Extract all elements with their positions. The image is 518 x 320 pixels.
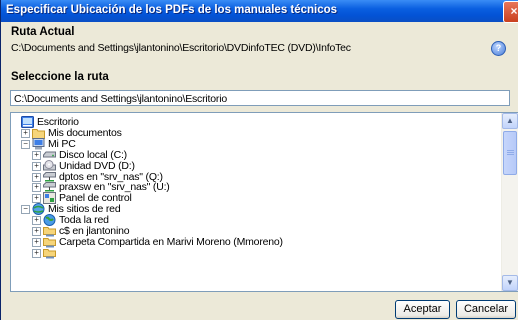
thumb-grip	[507, 150, 514, 151]
help-icon[interactable]: ?	[491, 41, 506, 56]
expand-button[interactable]: +	[32, 194, 41, 204]
expand-button[interactable]: +	[32, 216, 41, 226]
select-path-label: Seleccione la ruta	[11, 71, 109, 83]
thumb-grip	[507, 154, 514, 155]
expand-button[interactable]: +	[32, 172, 41, 182]
dialog-window: Especificar Ubicación de los PDFs de los…	[0, 0, 518, 320]
accept-button[interactable]: Aceptar	[395, 300, 450, 319]
selected-path-field[interactable]: C:\Documents and Settings\jlantonino\Esc…	[10, 90, 510, 106]
expand-button[interactable]: +	[32, 161, 41, 171]
scroll-thumb[interactable]	[503, 131, 517, 175]
scroll-down-button[interactable]: ▼	[502, 275, 518, 291]
expand-button[interactable]: +	[21, 128, 30, 138]
close-button[interactable]: ×	[503, 1, 518, 23]
scroll-up-button[interactable]: ▲	[502, 113, 518, 129]
current-path-value: C:\Documents and Settings\jlantonino\Esc…	[11, 42, 351, 54]
folder-tree[interactable]: Escritorio + Mis documentos − Mi PC + Disco lo…	[10, 112, 518, 292]
network-share-icon	[43, 247, 56, 259]
title-bar[interactable]: Especificar Ubicación de los PDFs de los…	[1, 0, 518, 23]
expand-button[interactable]: +	[32, 248, 41, 258]
collapse-button[interactable]: −	[21, 139, 30, 149]
vertical-scrollbar[interactable]: ▲ ▼	[501, 113, 518, 291]
expand-button[interactable]: +	[32, 150, 41, 160]
window-title: Especificar Ubicación de los PDFs de los…	[6, 4, 338, 16]
tree-item[interactable]: +	[11, 247, 501, 260]
expand-button[interactable]: +	[32, 237, 41, 247]
collapse-button[interactable]: −	[21, 205, 30, 215]
thumb-grip	[507, 152, 514, 153]
current-path-label: Ruta Actual	[11, 26, 75, 38]
expand-button[interactable]: +	[32, 183, 41, 193]
expand-button[interactable]: +	[32, 227, 41, 236]
cancel-button[interactable]: Cancelar	[456, 300, 516, 319]
